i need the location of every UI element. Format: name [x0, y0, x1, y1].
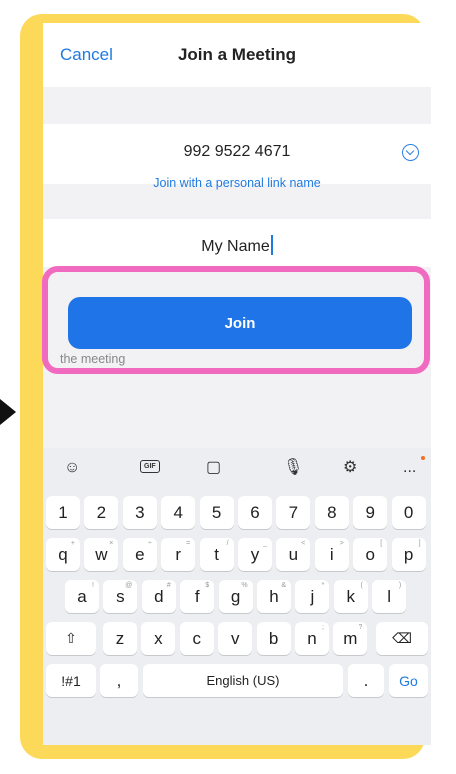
key-j[interactable]: j * [295, 580, 330, 613]
backspace-key[interactable]: ⌫ [376, 622, 428, 655]
meeting-id-value: 992 9522 4671 [183, 143, 291, 160]
key-t[interactable]: t / [199, 538, 234, 571]
key-2[interactable]: 2 [84, 496, 119, 529]
text-cursor [270, 235, 273, 255]
key-w[interactable]: w × [84, 538, 119, 571]
key-8[interactable]: 8 [314, 496, 349, 529]
more-icon[interactable]: ... [403, 459, 416, 477]
key-i[interactable]: i > [314, 538, 349, 571]
key-s[interactable]: s @ [103, 580, 138, 613]
key-v[interactable]: v [218, 622, 253, 655]
notification-dot [421, 456, 425, 460]
key-p[interactable]: p] [391, 538, 426, 571]
chevron-down-circle-icon[interactable] [402, 144, 419, 161]
key-b[interactable]: b [256, 622, 291, 655]
smiley-icon[interactable]: ☺ [64, 459, 80, 477]
key-3[interactable]: 3 [122, 496, 157, 529]
key-5[interactable]: 5 [199, 496, 234, 529]
key-6[interactable]: 6 [238, 496, 272, 529]
meeting-id-field[interactable]: 992 9522 4671 [43, 124, 431, 184]
period-key[interactable]: . [348, 664, 384, 697]
shift-key[interactable]: ⇧ [46, 622, 96, 655]
keyboard-toolbar: ☺ GIF ▢ 🎙 ⚙ ... [43, 448, 431, 488]
display-name-field[interactable]: My Name [43, 219, 431, 267]
space-key[interactable]: English (US) [143, 664, 343, 697]
key-0[interactable]: 0 [391, 496, 426, 529]
sticker-icon[interactable]: ▢ [206, 459, 221, 477]
key-q[interactable]: q + [46, 538, 80, 571]
key-d[interactable]: d # [141, 580, 176, 613]
key-h[interactable]: h & [257, 580, 291, 613]
key-y[interactable]: y _ [238, 538, 272, 571]
key-f[interactable]: f $ [180, 580, 215, 613]
key-o[interactable]: o[ [353, 538, 388, 571]
phone-screen: Cancel Join a Meeting 992 9522 4671 Join… [43, 23, 431, 745]
key-e[interactable]: e ÷ [122, 538, 157, 571]
microphone-icon[interactable]: 🎙 [283, 459, 303, 477]
key-m[interactable]: m? [333, 622, 368, 655]
key-n[interactable]: n; [295, 622, 329, 655]
page-title: Join a Meeting [177, 45, 297, 64]
symbols-key[interactable]: !#1 [46, 664, 96, 697]
display-name-value: My Name [201, 238, 270, 255]
key-1[interactable]: 1 [46, 496, 80, 529]
comma-key[interactable]: , [100, 664, 138, 697]
key-7[interactable]: 7 [276, 496, 311, 529]
key-r[interactable]: r = [161, 538, 196, 571]
key-x[interactable]: x [141, 622, 176, 655]
key-l[interactable]: l) [372, 580, 407, 613]
pointer-arrow-icon [0, 399, 16, 425]
key-g[interactable]: g% [218, 580, 253, 613]
personal-link-button[interactable]: Join with a personal link name [43, 176, 431, 190]
key-a[interactable]: a! [65, 580, 99, 613]
key-k[interactable]: k( [333, 580, 368, 613]
key-u[interactable]: u < [276, 538, 311, 571]
settings-icon[interactable]: ⚙ [343, 459, 357, 477]
key-c[interactable]: c [179, 622, 214, 655]
header: Cancel Join a Meeting [43, 23, 431, 87]
key-9[interactable]: 9 [353, 496, 388, 529]
key-4[interactable]: 4 [161, 496, 196, 529]
keyboard: ☺ GIF ▢ 🎙 ⚙ ... 1 2 3 4 5 6 7 8 9 0 q + w × e ÷ r = t / y _ u <… [43, 448, 431, 745]
go-key[interactable]: Go [389, 664, 428, 697]
join-highlight-box [42, 266, 430, 374]
gif-icon[interactable]: GIF [140, 460, 160, 473]
key-z[interactable]: z [103, 622, 137, 655]
